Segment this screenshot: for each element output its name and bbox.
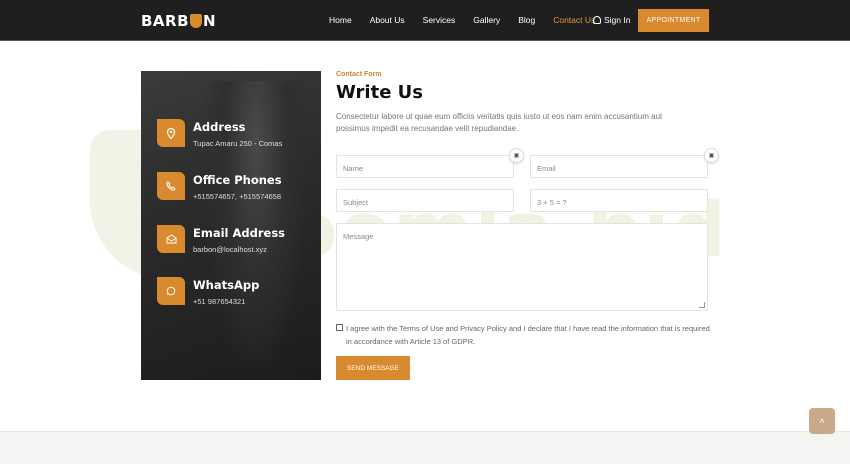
- consent-text: I agree with the Terms of Use and Privac…: [346, 324, 710, 346]
- email-input[interactable]: Email: [530, 155, 708, 178]
- message-placeholder: Message: [343, 232, 374, 241]
- info-value: barbon@localhost.xyz: [193, 245, 267, 254]
- nav-gallery[interactable]: Gallery: [473, 15, 500, 25]
- site-header: BARB N Home About Us Services Gallery Bl…: [0, 0, 850, 41]
- captcha-input[interactable]: 3 + 5 = ?: [530, 189, 708, 212]
- autofill-icon[interactable]: ▣: [704, 148, 719, 163]
- info-title: Office Phones: [193, 173, 282, 187]
- nav-contact-us[interactable]: Contact Us: [553, 15, 595, 25]
- autofill-icon[interactable]: ▣: [509, 148, 524, 163]
- logo[interactable]: BARB N: [141, 12, 216, 30]
- info-whatsapp: WhatsApp +51 987654321: [157, 277, 317, 317]
- info-title: WhatsApp: [193, 278, 260, 292]
- send-message-button[interactable]: SEND MESSAGE: [336, 356, 410, 380]
- info-value: Tupac Amaru 250 - Comas: [193, 139, 283, 148]
- phone-icon: [157, 172, 185, 200]
- mail-icon: [157, 225, 185, 253]
- scroll-to-top-button[interactable]: ˄: [809, 408, 835, 434]
- subject-input[interactable]: Subject: [336, 189, 514, 212]
- nav-services[interactable]: Services: [423, 15, 456, 25]
- info-title: Email Address: [193, 226, 286, 240]
- form-title: Write Us: [336, 82, 423, 103]
- nav-blog[interactable]: Blog: [518, 15, 535, 25]
- sign-in-link[interactable]: Sign In: [593, 15, 630, 25]
- info-title: Address: [193, 120, 246, 134]
- contact-info-card: Address Tupac Amaru 250 - Comas Office P…: [141, 71, 321, 380]
- form-description: Consectetur labore ut quae eum officiis …: [336, 112, 663, 133]
- main-nav: Home About Us Services Gallery Blog Cont…: [329, 15, 613, 25]
- sign-in-label: Sign In: [604, 15, 631, 25]
- appointment-button[interactable]: APPOINTMENT: [638, 9, 709, 32]
- info-email: Email Address barbon@localhost.xyz: [157, 225, 317, 265]
- user-icon: [593, 16, 601, 24]
- resize-handle-icon[interactable]: [699, 302, 705, 308]
- logo-text-right: N: [203, 12, 217, 30]
- name-input[interactable]: Name: [336, 155, 514, 178]
- info-value: +51 987654321: [193, 297, 246, 306]
- nav-home[interactable]: Home: [329, 15, 352, 25]
- chevron-up-icon: ˄: [819, 416, 825, 426]
- form-label: Contact Form: [336, 71, 382, 78]
- whatsapp-icon: [157, 277, 185, 305]
- message-textarea[interactable]: Message: [336, 223, 708, 311]
- footer-strip: [0, 431, 850, 464]
- consent-checkbox[interactable]: [336, 324, 343, 331]
- gdpr-consent: I agree with the Terms of Use and Privac…: [336, 322, 711, 348]
- logo-shield-icon: [190, 14, 203, 28]
- info-value: +515574657, +515574658: [193, 192, 282, 201]
- logo-text-left: BARB: [141, 12, 190, 30]
- info-phones: Office Phones +515574657, +515574658: [157, 172, 317, 212]
- location-pin-icon: [157, 119, 185, 147]
- info-address: Address Tupac Amaru 250 - Comas: [157, 119, 317, 159]
- nav-about-us[interactable]: About Us: [370, 15, 405, 25]
